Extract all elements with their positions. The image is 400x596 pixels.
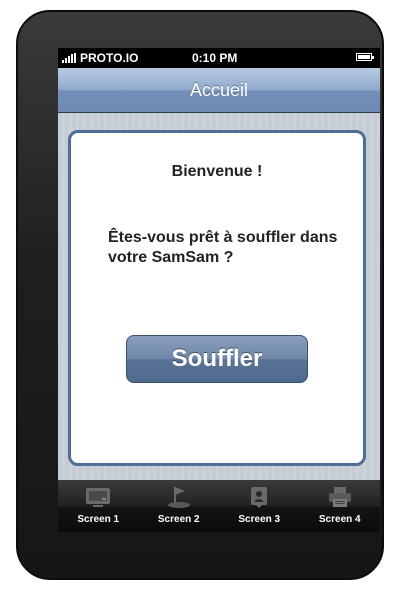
golf-icon (167, 487, 190, 508)
phone-device-frame: PROTO.IO 0:10 PM Accueil Bienvenue ! Ête… (16, 10, 384, 580)
welcome-message: Êtes-vous prêt à souffler dans votre Sam… (108, 229, 338, 266)
carrier-name: PROTO.IO (80, 51, 139, 65)
printer-icon (328, 487, 351, 507)
status-bar: PROTO.IO 0:10 PM (58, 48, 380, 68)
tab-label: Screen 4 (318, 514, 361, 525)
phone-screen: PROTO.IO 0:10 PM Accueil Bienvenue ! Ête… (58, 48, 380, 532)
tab-screen-4[interactable]: Screen 4 (300, 480, 381, 532)
welcome-title: Bienvenue ! (171, 163, 263, 180)
welcome-card: Bienvenue ! Êtes-vous prêt à souffler da… (68, 130, 366, 466)
status-time: 0:10 PM (192, 51, 238, 65)
souffler-button[interactable]: Souffler (126, 335, 308, 383)
page-title: Accueil (189, 80, 249, 100)
tab-label: Screen 2 (157, 514, 200, 525)
main-content: Bienvenue ! Êtes-vous prêt à souffler da… (58, 113, 380, 480)
battery-icon (356, 53, 374, 61)
signal-bars-icon (62, 53, 76, 63)
tab-label: Screen 1 (77, 514, 120, 525)
tab-screen-1[interactable]: Screen 1 (58, 480, 139, 532)
navigation-bar: Accueil (58, 68, 380, 113)
tab-screen-3[interactable]: Screen 3 (219, 480, 300, 532)
person-badge-icon (251, 487, 268, 508)
tab-label: Screen 3 (238, 514, 281, 525)
monitor-icon (86, 488, 111, 507)
tab-screen-2[interactable]: Screen 2 (139, 480, 220, 532)
tab-bar: Screen 1 Screen 2 Screen 3 Screen 4 (58, 480, 380, 532)
